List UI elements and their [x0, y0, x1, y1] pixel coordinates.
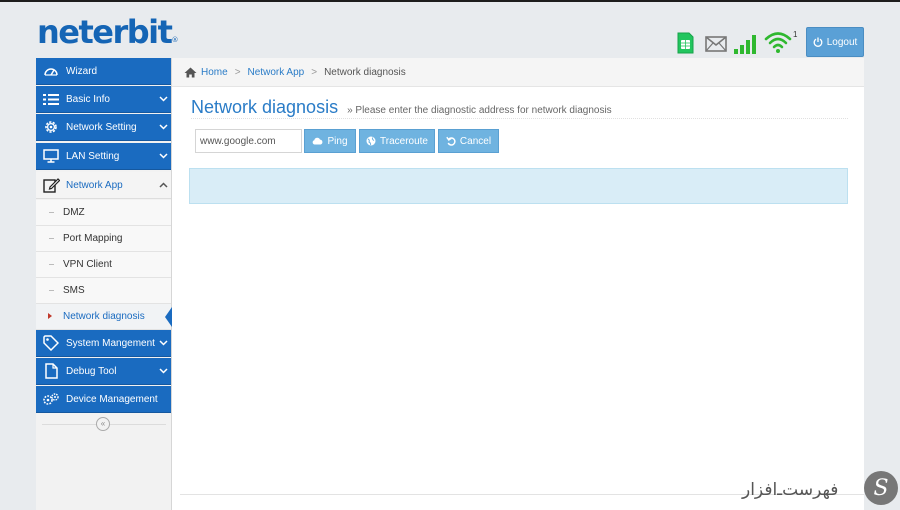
sidebar-item-device-management[interactable]: Device Management — [36, 386, 171, 413]
logout-button[interactable]: Logout — [806, 27, 864, 57]
caret-right-icon — [48, 313, 52, 319]
sidebar-item-label: Device Management — [66, 393, 158, 405]
brand-logo: neterbit® — [37, 13, 179, 51]
tag-icon — [36, 330, 66, 357]
cloud-icon — [313, 137, 323, 145]
chevron-down-icon — [155, 330, 171, 357]
chevron-down-icon — [155, 358, 171, 385]
sidebar-subitem-vpn-client[interactable]: VPN Client — [36, 252, 171, 278]
page-subtitle: » Please enter the diagnostic address fo… — [347, 105, 612, 116]
breadcrumb: Home > Network App > Network diagnosis — [172, 58, 864, 87]
breadcrumb-separator: > — [311, 66, 318, 78]
gears-icon — [36, 386, 66, 413]
chevron-down-icon — [155, 86, 171, 113]
breadcrumb-separator: > — [234, 66, 241, 78]
sidebar: Wizard Basic Info Network Setting LAN Se… — [36, 58, 172, 510]
sidebar-item-label: LAN Setting — [66, 150, 120, 162]
sidebar-subitem-label: VPN Client — [63, 259, 112, 270]
sidebar-item-network-app[interactable]: Network App — [36, 172, 171, 199]
sidebar-item-label: Network App — [66, 179, 123, 191]
signal-bars-icon — [734, 35, 756, 54]
monitor-icon — [36, 143, 66, 170]
cancel-label: Cancel — [459, 135, 492, 147]
sidebar-collapse-button[interactable]: « — [96, 417, 110, 431]
sidebar-item-system-mangement[interactable]: System Mangement — [36, 330, 171, 357]
sidebar-subitem-label: Network diagnosis — [63, 311, 145, 322]
chevron-down-icon — [155, 143, 171, 170]
sidebar-item-wizard[interactable]: Wizard — [36, 58, 171, 85]
page-header: Network diagnosis » Please enter the dia… — [191, 95, 848, 119]
mail-icon[interactable] — [705, 36, 727, 52]
sidebar-item-label: Network Setting — [66, 121, 137, 133]
sidebar-subitem-label: SMS — [63, 285, 85, 296]
logout-label: Logout — [826, 36, 858, 48]
sim-card-icon — [677, 32, 694, 54]
sidebar-item-basic-info[interactable]: Basic Info — [36, 86, 171, 113]
chevron-down-icon — [155, 114, 171, 141]
globe-icon — [366, 136, 376, 146]
sidebar-subitem-port-mapping[interactable]: Port Mapping — [36, 226, 171, 252]
sidebar-item-label: Debug Tool — [66, 365, 117, 377]
home-icon — [184, 67, 197, 77]
double-chevron-left-icon: « — [100, 419, 106, 428]
list-icon — [36, 86, 66, 113]
watermark-text: فهرست‌ـ‌افزار — [742, 480, 839, 500]
sidebar-item-network-setting[interactable]: Network Setting — [36, 114, 171, 141]
sidebar-subitem-sms[interactable]: SMS — [36, 278, 171, 304]
power-icon — [813, 37, 823, 47]
cancel-button[interactable]: Cancel — [438, 129, 499, 153]
speedometer-icon — [36, 58, 66, 85]
watermark-logo-icon: S — [864, 471, 898, 505]
ping-label: Ping — [327, 135, 348, 147]
right-gutter — [864, 58, 900, 510]
edit-icon — [36, 172, 66, 199]
traceroute-label: Traceroute — [380, 135, 428, 147]
traceroute-button[interactable]: Traceroute — [359, 129, 435, 153]
wifi-client-count: 1 — [793, 30, 798, 39]
wifi-icon[interactable] — [764, 30, 792, 54]
sidebar-subitem-label: DMZ — [63, 207, 85, 218]
sidebar-subitem-dmz[interactable]: DMZ — [36, 200, 171, 226]
sidebar-item-label: System Mangement — [66, 337, 155, 349]
sidebar-item-debug-tool[interactable]: Debug Tool — [36, 358, 171, 385]
page-title: Network diagnosis — [191, 97, 339, 117]
breadcrumb-home-link[interactable]: Home — [201, 67, 228, 78]
gear-icon — [36, 114, 66, 141]
diagnostic-address-input[interactable] — [195, 129, 302, 153]
ping-button[interactable]: Ping — [304, 129, 356, 153]
sidebar-subitem-label: Port Mapping — [63, 233, 123, 244]
sidebar-item-label: Wizard — [66, 65, 98, 77]
diagnosis-result-box — [189, 168, 848, 204]
chevron-up-icon — [155, 172, 171, 199]
undo-icon — [446, 136, 456, 146]
file-icon — [36, 358, 66, 385]
main-content: Home > Network App > Network diagnosis N… — [172, 58, 864, 510]
breadcrumb-section-link[interactable]: Network App — [248, 67, 305, 78]
breadcrumb-current: Network diagnosis — [324, 66, 406, 78]
sidebar-item-label: Basic Info — [66, 93, 110, 105]
active-pointer-icon — [165, 307, 172, 327]
sidebar-item-lan-setting[interactable]: LAN Setting — [36, 143, 171, 170]
sidebar-subitem-network-diagnosis[interactable]: Network diagnosis — [36, 304, 172, 330]
